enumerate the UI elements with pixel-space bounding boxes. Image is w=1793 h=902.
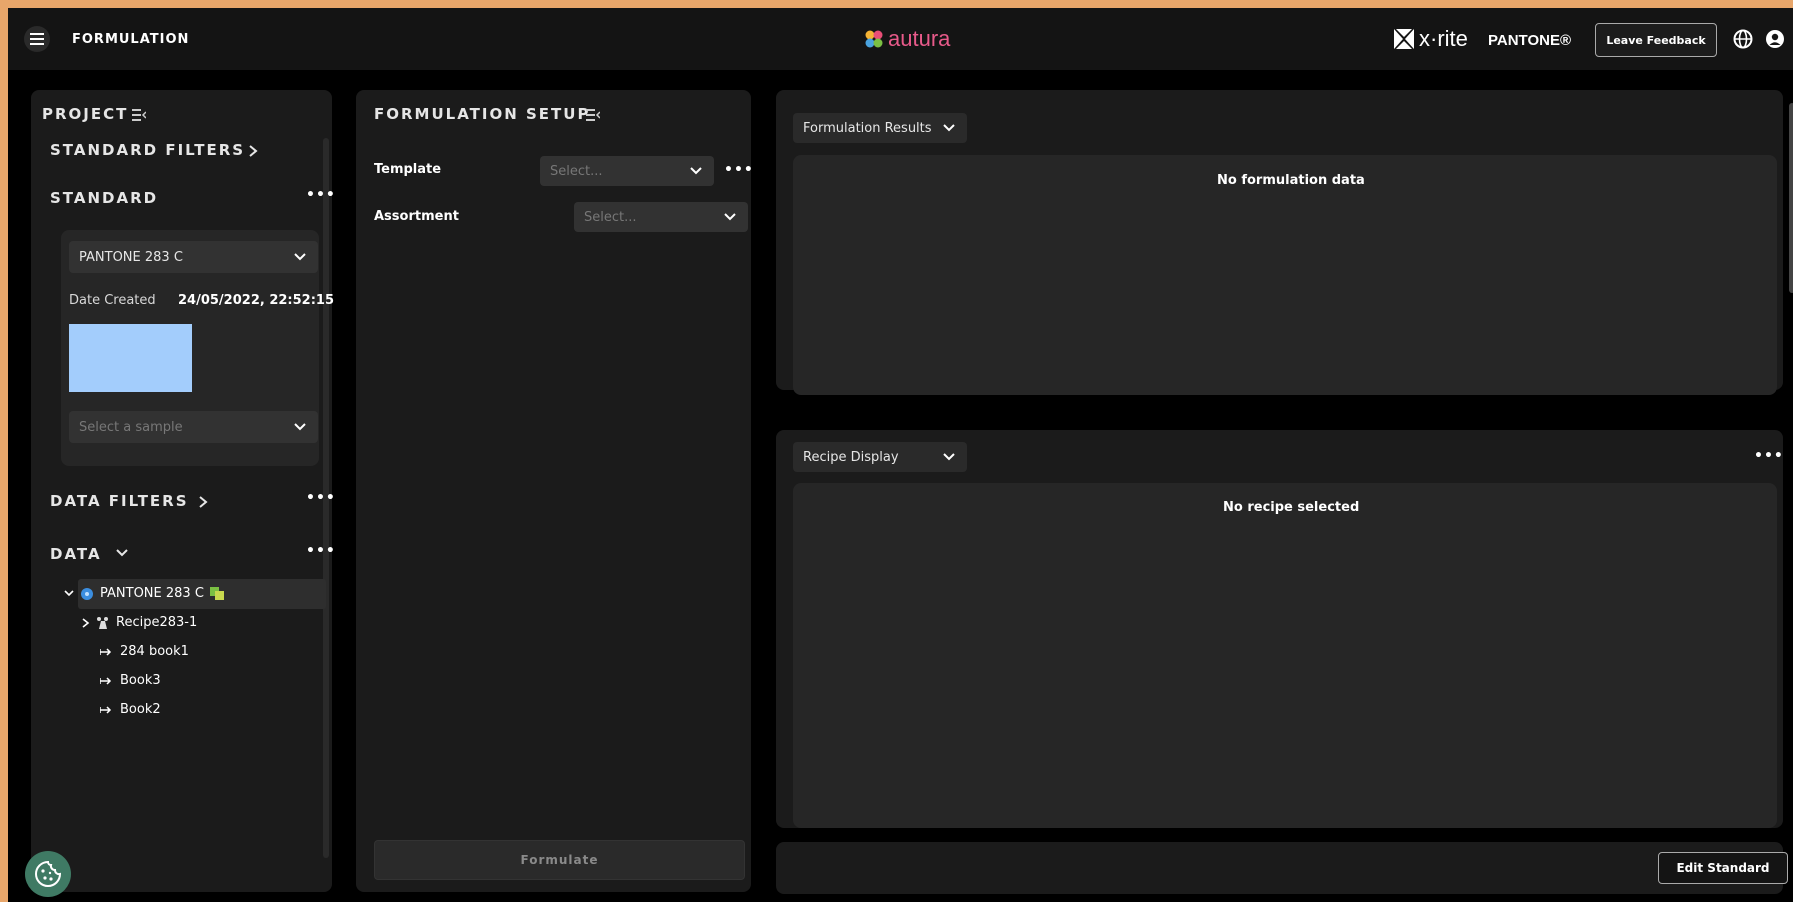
sample-arrow-icon [100,647,112,656]
template-more-button[interactable]: ••• [724,162,754,178]
xrite-mark-icon [1394,29,1414,49]
assortment-select-placeholder: Select... [584,209,637,225]
assortment-select[interactable]: Select... [574,202,748,232]
more-dots-icon: ••• [306,490,336,506]
data-heading-toggle[interactable]: DATA [50,545,102,563]
recipe-display-dropdown[interactable]: Recipe Display [793,442,967,472]
more-dots-icon: ••• [306,187,336,203]
template-select[interactable]: Select... [540,156,714,186]
template-label: Template [374,162,442,177]
app-title: FORMULATION [72,32,190,47]
data-more-button[interactable]: ••• [306,543,336,559]
standard-color-swatch [69,324,192,392]
tree-item-standard[interactable]: PANTONE 283 C [64,586,226,601]
tree-item-label: PANTONE 283 C [100,586,204,601]
language-button[interactable] [1733,29,1753,53]
account-button[interactable] [1765,29,1785,53]
edit-standard-button[interactable]: Edit Standard [1658,852,1788,884]
menu-button[interactable] [24,26,50,52]
collapse-panel-icon[interactable] [586,109,600,121]
date-created-label: Date Created [69,293,156,308]
tree-item-label: Book3 [120,673,161,688]
date-created-value: 24/05/2022, 22:52:15 [178,293,334,308]
template-select-placeholder: Select... [550,163,603,179]
cookie-settings-button[interactable] [25,851,71,897]
tree-item-sample[interactable]: Book3 [100,673,161,688]
chevron-down-icon [943,453,955,461]
chevron-down-icon [116,549,128,557]
standard-heading: STANDARD [50,189,159,207]
formulation-setup-title: FORMULATION SETUP [374,105,591,123]
assortment-label: Assortment [374,209,459,224]
tree-item-sample[interactable]: Book2 [100,702,161,717]
more-dots-icon: ••• [306,543,336,559]
formulation-results-dropdown[interactable]: Formulation Results [793,113,967,143]
formulate-button[interactable]: Formulate [374,840,745,880]
globe-icon [1733,29,1753,49]
formulation-results-area [793,155,1777,395]
xrite-text: x·rite [1419,26,1468,51]
standard-filters-toggle[interactable]: STANDARD FILTERS [50,141,245,159]
chevron-down-icon [64,589,74,596]
recipe-display-area [793,483,1777,828]
autura-logo: autura [864,26,950,52]
leave-feedback-button[interactable]: Leave Feedback [1595,23,1717,57]
results-scrollbar[interactable] [1789,103,1793,293]
no-formulation-message: No formulation data [1217,173,1365,188]
chevron-down-icon [724,213,736,221]
logo-text: autura [888,26,951,51]
chevron-right-icon [199,496,208,508]
user-circle-icon [1766,30,1784,48]
standard-more-button[interactable]: ••• [306,187,336,203]
formulation-results-label: Formulation Results [803,120,932,136]
chevron-down-icon [294,253,306,261]
standard-select[interactable]: PANTONE 283 C [69,241,318,273]
standard-select-value: PANTONE 283 C [79,249,183,265]
project-panel [31,90,332,892]
sample-select[interactable]: Select a sample [69,411,318,443]
tree-item-recipe[interactable]: Recipe283-1 [82,615,197,630]
chevron-down-icon [943,124,955,132]
app-window: FORMULATION autura x·rite PANTONE® Leave… [8,8,1793,902]
no-recipe-message: No recipe selected [1223,500,1360,515]
pantone-logo: PANTONE® [1488,32,1572,49]
footer-bar [776,842,1783,894]
tree-item-label: Recipe283-1 [116,615,198,630]
project-title: PROJECT [42,105,129,123]
sample-arrow-icon [100,676,112,685]
sample-select-placeholder: Select a sample [79,419,183,435]
top-bar: FORMULATION autura x·rite PANTONE® Leave… [8,8,1793,70]
sample-arrow-icon [100,705,112,714]
recipe-display-label: Recipe Display [803,449,899,465]
autura-logo-icon [865,30,883,48]
tree-item-sample[interactable]: 284 book1 [100,644,189,659]
chevron-down-icon [294,423,306,431]
xrite-logo: x·rite [1393,26,1468,52]
cookie-icon [35,860,62,887]
color-chips-icon [209,586,224,600]
more-dots-icon: ••• [724,162,754,178]
data-filters-more-button[interactable]: ••• [306,490,336,506]
standard-dot-icon [81,587,93,600]
tree-item-label: Book2 [120,702,161,717]
collapse-panel-icon[interactable] [132,109,146,121]
chevron-right-icon [249,145,258,157]
tree-item-label: 284 book1 [120,644,189,659]
more-dots-icon: ••• [1754,448,1784,464]
chevron-right-icon [82,617,90,628]
hamburger-icon [30,33,44,45]
recipe-more-button[interactable]: ••• [1754,448,1784,464]
data-filters-toggle[interactable]: DATA FILTERS [50,492,189,510]
recipe-flask-icon [97,616,108,629]
chevron-down-icon [690,167,702,175]
